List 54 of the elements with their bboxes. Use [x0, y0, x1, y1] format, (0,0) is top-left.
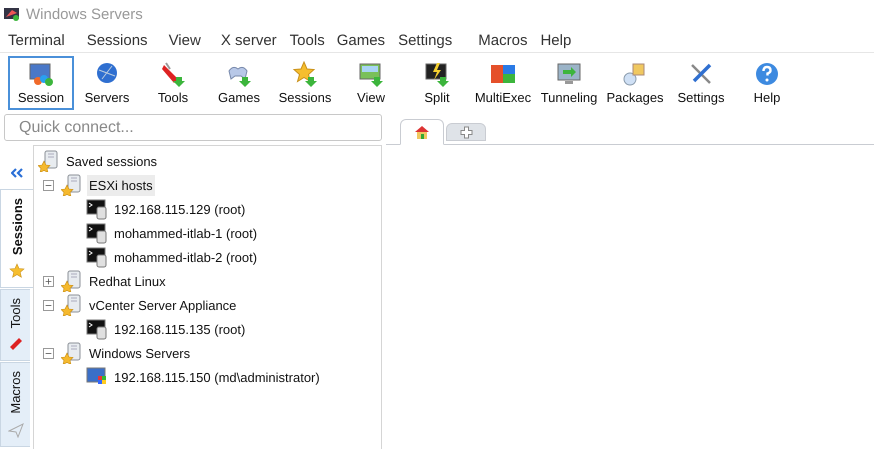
menu-item[interactable]: Games [336, 32, 386, 48]
menu-item[interactable]: Help [540, 32, 572, 48]
terminal-icon [86, 318, 108, 340]
tree-item[interactable]: 192.168.115.129 (root) [112, 198, 248, 220]
expand-toggle[interactable] [43, 276, 54, 286]
side-tab[interactable]: Macros [0, 362, 30, 448]
star-icon [9, 263, 25, 280]
menu-item[interactable]: Macros [478, 32, 528, 48]
tree-root[interactable]: Saved sessions [64, 150, 160, 172]
menu-item[interactable]: X server [220, 32, 277, 48]
window-title: Windows Servers [26, 6, 143, 22]
house-icon [414, 124, 430, 140]
terminal-icon [86, 246, 108, 268]
tree-item[interactable]: vCenter Server Appliance [87, 294, 238, 316]
folder-star-icon [61, 270, 83, 292]
tree-item[interactable]: mohammed-itlab-2 (root) [112, 246, 260, 268]
screen-icon [358, 61, 384, 87]
menu-item[interactable]: Tools [290, 32, 325, 48]
tree-item[interactable]: mohammed-itlab-1 (root) [112, 222, 260, 244]
menu-item[interactable]: View [168, 32, 201, 48]
tree-item[interactable]: Windows Servers [87, 342, 192, 364]
knife-icon [8, 336, 24, 352]
knife-icon [160, 61, 186, 87]
plus-icon [460, 126, 472, 138]
collapse-toggle[interactable] [43, 300, 54, 310]
folder-star-icon [61, 342, 83, 364]
tree-item[interactable]: ESXi hosts [87, 174, 155, 196]
terminal-icon [86, 222, 108, 244]
star-icon [292, 61, 318, 87]
monitor-icon [28, 61, 54, 87]
app-icon [4, 6, 20, 22]
folder-star-icon [61, 174, 83, 196]
split-screen-icon [424, 61, 450, 87]
folder-star-icon [38, 150, 60, 172]
folder-star-icon [61, 294, 83, 316]
collapse-icon[interactable] [10, 168, 22, 178]
tree-item[interactable]: 192.168.115.135 (root) [112, 318, 248, 340]
paper-plane-icon [8, 422, 24, 438]
side-tab[interactable]: Tools [0, 289, 30, 362]
new-tab-button[interactable] [446, 123, 486, 141]
tunnel-monitor-icon [556, 61, 582, 87]
tree-item[interactable]: Redhat Linux [87, 270, 168, 292]
collapse-toggle[interactable] [43, 348, 54, 358]
help-icon [754, 61, 780, 87]
terminal-icon [86, 198, 108, 220]
home-tab[interactable] [400, 119, 444, 145]
quick-connect-field[interactable]: Quick connect... [4, 114, 382, 141]
menu-item[interactable]: Terminal [8, 32, 65, 48]
menu-item[interactable]: Sessions [86, 32, 148, 48]
collapse-toggle[interactable] [43, 180, 54, 190]
side-tab[interactable]: Sessions [0, 189, 33, 288]
menu-item[interactable]: Settings [398, 32, 452, 48]
toolbar-button[interactable]: Session [8, 56, 74, 110]
tree-item[interactable]: 192.168.115.150 (md\administrator) [112, 366, 322, 388]
